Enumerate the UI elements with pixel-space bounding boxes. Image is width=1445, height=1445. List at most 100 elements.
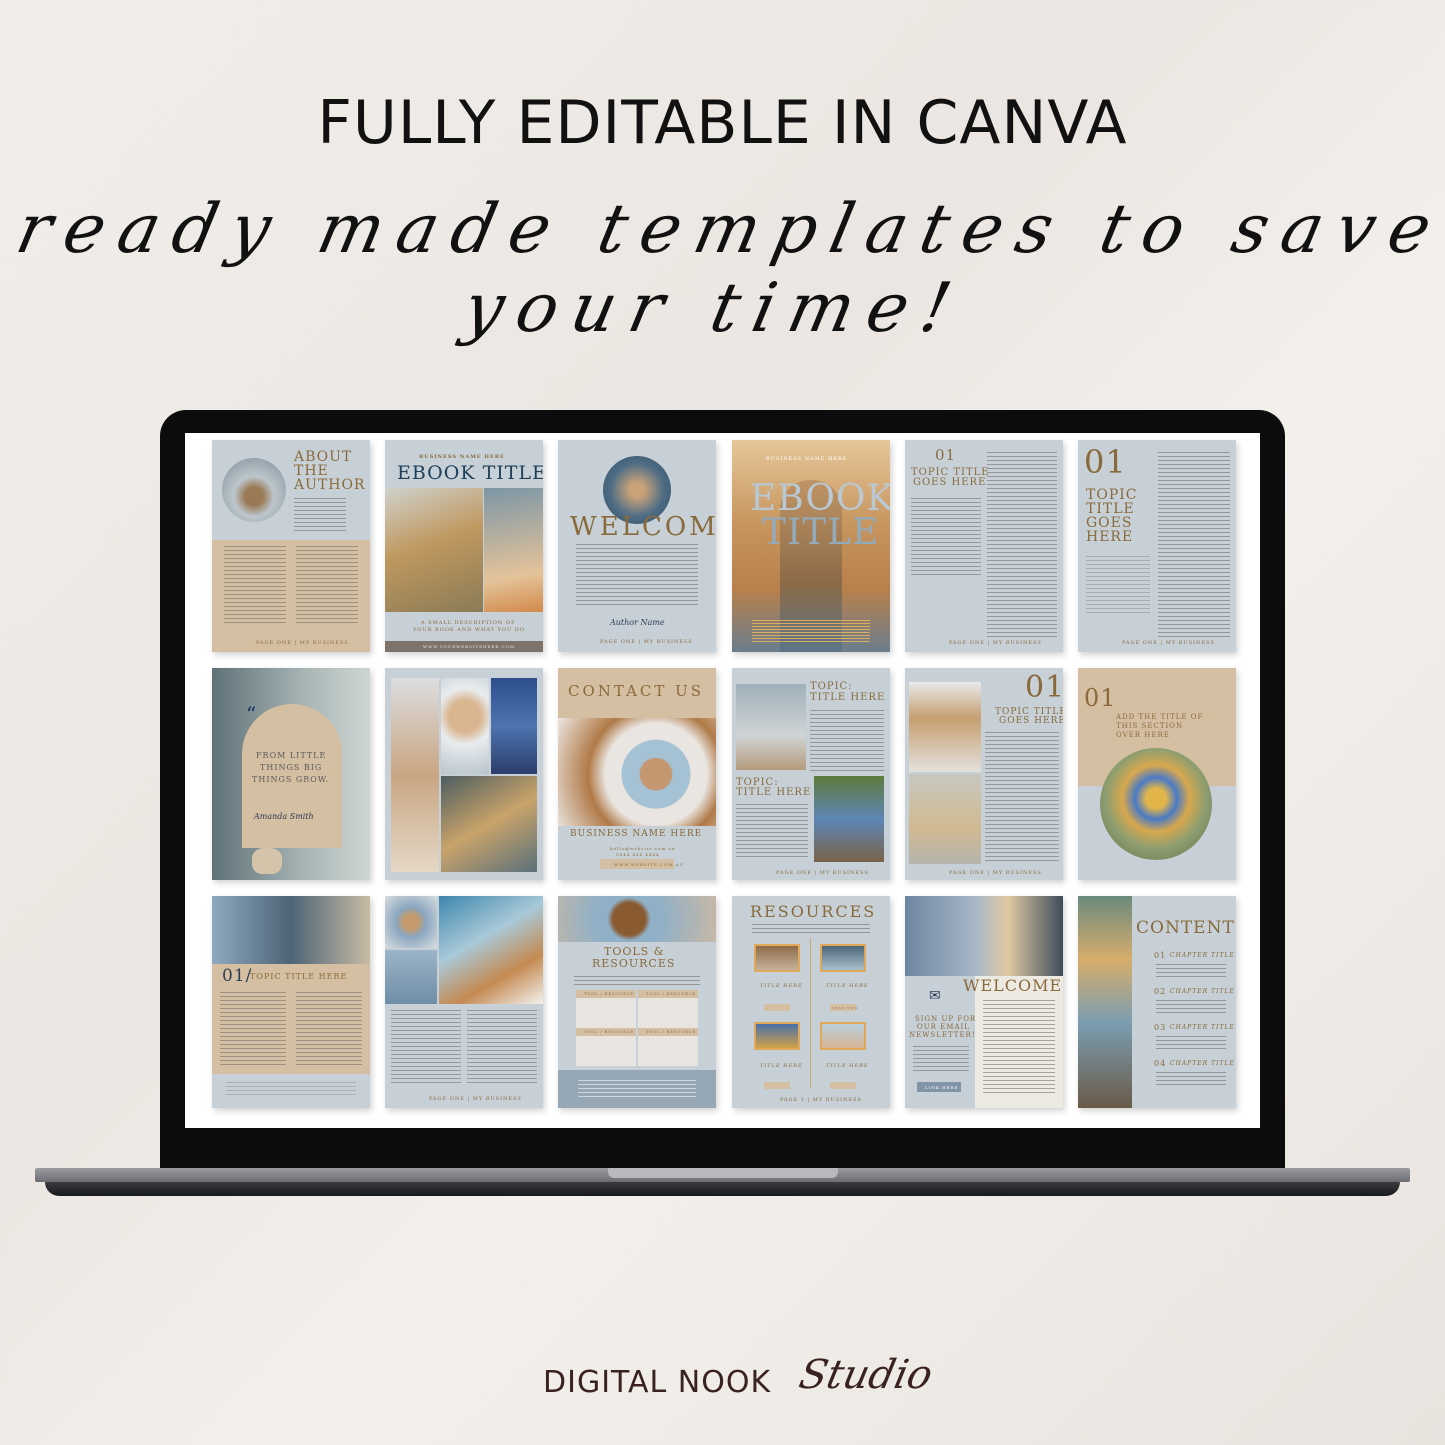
body-text — [391, 1010, 461, 1086]
body-text — [224, 546, 286, 626]
resource-image — [820, 944, 866, 972]
laptop-base-bottom — [45, 1182, 1400, 1196]
body-text — [574, 976, 700, 986]
cell-label: TOOL / RESOURCE — [584, 1030, 635, 1034]
contact-title: CONTACT US — [568, 682, 705, 700]
page-section[interactable]: 01 ADD THE TITLE OF THIS SECTION OVER HE… — [1078, 668, 1236, 880]
welcome-title: WELCOME — [570, 512, 716, 542]
website-url[interactable]: WWW.YOURWEBSITEHERE.COM — [423, 644, 515, 649]
topic-title: TITLE HERE — [736, 787, 812, 798]
chapter-title[interactable]: CHAPTER TITLE — [1170, 952, 1235, 959]
body-text — [752, 924, 870, 934]
body-text — [576, 544, 698, 608]
signature: Amanda Smith — [254, 812, 314, 821]
page-contact[interactable]: CONTACT US BUSINESS NAME HERE hello@webs… — [558, 668, 716, 880]
quote-text: THINGS GROW. — [252, 775, 330, 784]
body-text — [752, 620, 870, 644]
quote-text: THINGS BIG — [260, 763, 323, 772]
body-text — [1158, 452, 1230, 637]
chapter-number: 02 — [1154, 987, 1167, 996]
resource-title: TITLE HERE — [826, 1063, 869, 1069]
topic-title: TOPIC TITLE HERE — [250, 972, 348, 981]
script-subtitle: ready made templates to save your time! — [9, 190, 1445, 348]
script-quote — [226, 1082, 356, 1096]
chapter-description — [1156, 1000, 1226, 1016]
page-footer: PAGE ONE | MY BUSINESS — [776, 870, 869, 876]
page-ebook-cover-2[interactable]: BUSINESS NAME HERE EBOOK TITLE — [732, 440, 890, 652]
page-footer: PAGE ONE | MY BUSINESS — [949, 640, 1042, 646]
cell-label: TOOL / RESOURCE — [646, 992, 697, 996]
page-resources[interactable]: RESOURCES TITLE HERE TITLE HERE TITLE HE… — [732, 896, 890, 1108]
shop-button-label: SHOP NOW — [832, 1006, 859, 1010]
quote-text: FROM LITTLE — [256, 751, 327, 760]
page-footer: PAGE ONE | MY BUSINESS — [949, 870, 1042, 876]
section-title: THIS SECTION — [1116, 722, 1184, 730]
body-text — [736, 804, 808, 860]
topic-title: HERE — [1086, 529, 1134, 545]
page-photo-collage[interactable] — [385, 668, 543, 880]
tools-title: TOOLS & — [604, 945, 665, 958]
welcome-title: WELCOME — [963, 976, 1063, 995]
resource-image — [754, 1022, 800, 1050]
page-contents[interactable]: CONTENTS 01CHAPTER TITLE02CHAPTER TITLE0… — [1078, 896, 1236, 1108]
body-text — [220, 992, 286, 1068]
table-image — [814, 776, 884, 862]
ebook-title: EBOOK TITLE — [397, 462, 543, 484]
kitchen-image — [905, 896, 1063, 976]
page-topic-2[interactable]: 01 TOPIC TITLE GOES HERE PAGE ONE | MY B… — [1078, 440, 1236, 652]
vase-image — [909, 774, 981, 864]
collage-photo — [441, 678, 489, 774]
chapter-title[interactable]: CHAPTER TITLE — [1170, 988, 1235, 995]
topic-number: 01 — [1084, 443, 1127, 481]
resource-title: TITLE HERE — [760, 983, 803, 989]
page-tools-resources[interactable]: TOOLS & RESOURCES TOOL / RESOURCE TOOL /… — [558, 896, 716, 1108]
woman-desk-image — [909, 682, 981, 772]
section-number: 01 — [1084, 684, 1117, 712]
shop-button[interactable] — [764, 1082, 790, 1089]
topic-title: TITLE HERE — [810, 692, 886, 703]
coffee-image — [558, 896, 716, 942]
page-welcome[interactable]: WELCOME Author Name PAGE ONE | MY BUSINE… — [558, 440, 716, 652]
topic-title: GOES HERE — [913, 477, 987, 488]
phone-text: 0444 444 4444 — [616, 852, 660, 857]
page-topic-1[interactable]: 01 TOPIC TITLE GOES HERE PAGE ONE | MY B… — [905, 440, 1063, 652]
bookshelf-image — [212, 896, 370, 964]
resources-title: RESOURCES — [750, 902, 877, 921]
page-two-topics[interactable]: TOPIC: TITLE HERE TOPIC: TITLE HERE PAGE… — [732, 668, 890, 880]
chapter-title[interactable]: CHAPTER TITLE — [1170, 1060, 1235, 1067]
business-name: BUSINESS NAME HERE — [766, 456, 848, 462]
resource-image — [754, 944, 800, 972]
page-footer: PAGE ONE | MY BUSINESS — [256, 640, 349, 646]
page-ebook-cover[interactable]: BUSINESS NAME HERE EBOOK TITLE A SMALL D… — [385, 440, 543, 652]
resource-image — [820, 1022, 866, 1050]
page-quote[interactable]: “ FROM LITTLE THINGS BIG THINGS GROW. Am… — [212, 668, 370, 880]
flowers-image — [385, 488, 483, 612]
cell-label: TOOL / RESOURCE — [646, 1030, 697, 1034]
body-text — [911, 498, 981, 578]
page-topic-4[interactable]: 01/ TOPIC TITLE HERE — [212, 896, 370, 1108]
collage-photo — [391, 678, 439, 872]
contents-list: 01 CHAPTER TITLE 02 CHAPTER TITLE 03 CHAPTER … — [1078, 896, 1236, 1108]
email-text[interactable]: hello@website.com.au — [610, 846, 676, 851]
kitchen-image — [736, 684, 806, 770]
shop-button[interactable] — [830, 1082, 856, 1089]
author-photo — [222, 458, 286, 522]
description: YOUR BOOK AND WHAT YOU DO — [413, 627, 525, 633]
cell-label: TOOL / RESOURCE — [584, 992, 635, 996]
page-topic-3[interactable]: 01 TOPIC TITLE GOES HERE PAGE ONE | MY B… — [905, 668, 1063, 880]
page-newsletter[interactable]: WELCOME ✉ SIGN UP FOR OUR EMAIL NEWSLETT… — [905, 896, 1063, 1108]
brand-script: Studio — [795, 1352, 937, 1398]
page-footer: PAGE 1 | MY BUSINESS — [780, 1097, 862, 1103]
collage-photo — [491, 678, 537, 774]
quote-mark-icon: “ — [246, 702, 257, 726]
chapter-title[interactable]: CHAPTER TITLE — [1170, 1024, 1235, 1031]
page-about-author[interactable]: ABOUT THE AUTHOR PAGE ONE | MY BUSINESS — [212, 440, 370, 652]
topic-number: 01 — [935, 446, 957, 464]
brand-name: DIGITAL NOOK — [543, 1365, 772, 1400]
laptop-notch — [608, 1168, 838, 1178]
shop-button[interactable] — [764, 1004, 790, 1011]
body-text — [913, 1046, 969, 1072]
body-text — [985, 732, 1059, 862]
script-quote — [1086, 556, 1150, 616]
page-collage-text[interactable]: PAGE ONE | MY BUSINESS — [385, 896, 543, 1108]
